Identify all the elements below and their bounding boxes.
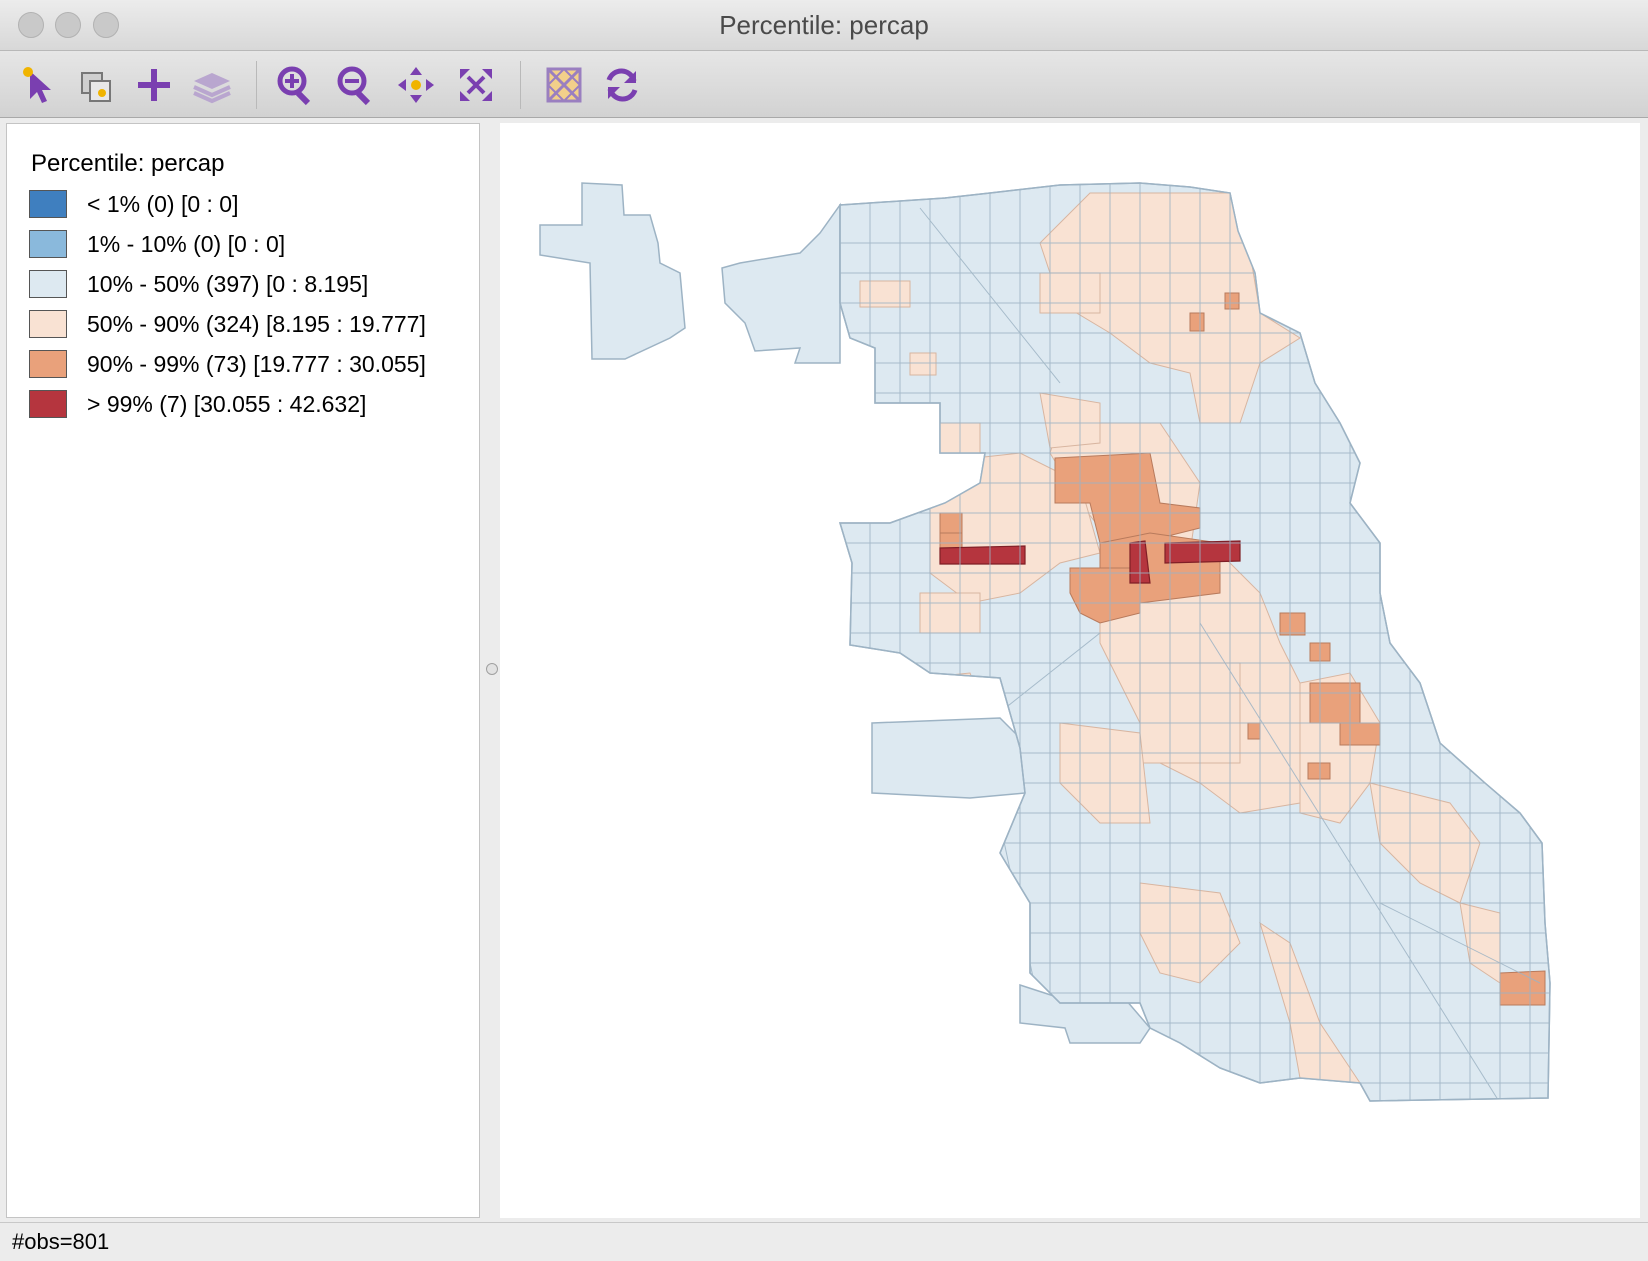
map-canvas[interactable] <box>500 123 1640 1218</box>
legend-swatch <box>29 350 67 378</box>
legend-label: 90% - 99% (73) [19.777 : 30.055] <box>87 350 426 377</box>
refresh-button[interactable] <box>598 61 646 109</box>
legend-item[interactable]: 1% - 10% (0) [0 : 0] <box>29 228 285 260</box>
legend-item[interactable]: < 1% (0) [0 : 0] <box>29 188 239 220</box>
legend-swatch <box>29 230 67 258</box>
map-region-southwest[interactable] <box>871 717 1026 799</box>
layers-button[interactable] <box>188 61 236 109</box>
basemap-button[interactable] <box>540 61 588 109</box>
basemap-icon <box>546 67 582 103</box>
legend-item[interactable]: 50% - 90% (324) [8.195 : 19.777] <box>29 308 426 340</box>
legend-label: 50% - 90% (324) [8.195 : 19.777] <box>87 310 426 337</box>
toolbar-separator <box>256 61 257 109</box>
legend-label: 10% - 50% (397) [0 : 8.195] <box>87 270 369 297</box>
toolbar <box>0 51 1648 118</box>
refresh-icon <box>606 68 638 102</box>
legend-swatch <box>29 310 67 338</box>
full-extent-button[interactable] <box>452 61 500 109</box>
legend-title: Percentile: percap <box>31 150 225 177</box>
zoom-out-icon <box>337 66 371 106</box>
zoom-in-button[interactable] <box>272 61 320 109</box>
zoom-out-button[interactable] <box>332 61 380 109</box>
legend-swatch <box>29 190 67 218</box>
legend-label: > 99% (7) [30.055 : 42.632] <box>87 390 367 417</box>
legend-item[interactable]: 10% - 50% (397) [0 : 8.195] <box>29 268 368 300</box>
map-region-northwest[interactable] <box>721 202 841 364</box>
select-mode-button[interactable] <box>72 61 120 109</box>
panel-splitter-handle[interactable] <box>486 663 498 675</box>
layers-icon <box>193 73 231 104</box>
full-extent-icon <box>460 69 492 101</box>
title-bar: Percentile: percap <box>0 0 1648 51</box>
legend-panel: Percentile: percap < 1% (0) [0 : 0] 1% -… <box>6 123 480 1218</box>
obs-count: #obs=801 <box>12 1229 110 1254</box>
legend-item[interactable]: 90% - 99% (73) [19.777 : 30.055] <box>29 348 426 380</box>
pan-icon <box>398 67 434 103</box>
toolbar-separator <box>520 61 521 109</box>
select-pointer-icon <box>23 67 51 103</box>
zoom-in-icon <box>277 66 311 106</box>
pan-button[interactable] <box>392 61 440 109</box>
legend-label: < 1% (0) [0 : 0] <box>87 190 239 217</box>
status-bar: #obs=801 <box>0 1222 1648 1261</box>
map-window: Percentile: percap Percentile: percap < … <box>0 0 1648 1261</box>
map-region-ohare[interactable] <box>539 182 686 360</box>
add-layer-button[interactable] <box>130 61 178 109</box>
choropleth-map[interactable] <box>500 123 1640 1218</box>
select-pointer-button[interactable] <box>14 61 62 109</box>
add-layer-icon <box>138 69 170 101</box>
legend-item[interactable]: > 99% (7) [30.055 : 42.632] <box>29 388 366 420</box>
select-mode-icon <box>81 72 111 102</box>
window-title: Percentile: percap <box>719 10 929 40</box>
legend-swatch <box>29 270 67 298</box>
legend-swatch <box>29 390 67 418</box>
legend-label: 1% - 10% (0) [0 : 0] <box>87 230 286 257</box>
